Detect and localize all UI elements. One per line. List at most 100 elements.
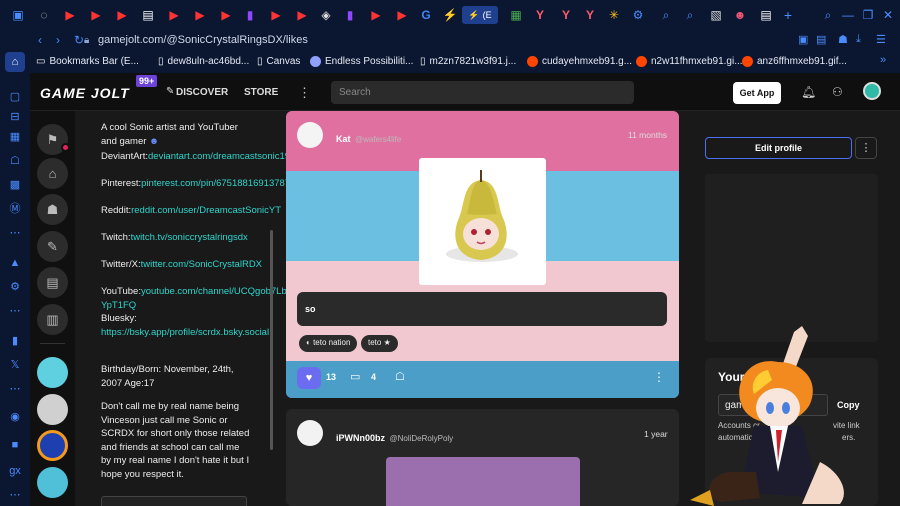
gamepad-icon[interactable]: ⊟ (7, 110, 23, 124)
brush-icon[interactable]: ✎ (37, 231, 68, 262)
menu-icon[interactable]: ☰ (876, 33, 886, 46)
more-menu-icon[interactable]: ⋮ (298, 85, 311, 101)
post-author[interactable]: iPWNn00bz @NoliDeRolyPoly (336, 428, 453, 446)
post-image[interactable] (419, 158, 546, 285)
twitch-link[interactable]: twitch.tv/soniccrystalringsdx (131, 232, 248, 243)
youtube-tab-icon[interactable]: ▶ (216, 7, 236, 23)
youtube-tab-icon[interactable]: ▶ (292, 7, 312, 23)
store-link[interactable]: STORE (244, 87, 278, 98)
dots-icon[interactable]: ⋯ (7, 382, 23, 396)
avatar-tab-icon[interactable]: ☻ (730, 7, 750, 23)
document-tab-icon[interactable]: ▤ (138, 7, 158, 23)
discord-icon[interactable]: ◉ (7, 410, 23, 424)
community-avatar[interactable] (37, 430, 68, 461)
bookmark-item[interactable]: anz6ffhmxeb91.gif... (742, 56, 847, 67)
dots-icon[interactable]: ⋯ (7, 304, 23, 318)
settings-icon[interactable]: ⚙ (7, 280, 23, 294)
edit-profile-button[interactable]: Edit profile (705, 137, 852, 159)
dots-icon[interactable]: ⋯ (7, 226, 23, 240)
extensions-icon[interactable]: ☗ (838, 33, 848, 46)
active-tab[interactable]: ⚡ (E (462, 6, 498, 24)
bookmark-item[interactable]: ▯ dew8uln-ac46bd... (158, 56, 249, 67)
m-icon[interactable]: Ⓜ (7, 202, 23, 216)
quest-icon[interactable]: ▤ (37, 267, 68, 298)
y-tab-icon[interactable]: Y (530, 7, 550, 23)
gamejolt-tab-icon[interactable]: ⚡ (440, 7, 460, 23)
calendar-icon[interactable]: ▦ (7, 130, 23, 144)
youtube-tab-icon[interactable]: ▶ (190, 7, 210, 23)
gx-icon[interactable]: gx (7, 464, 23, 478)
friends-icon[interactable]: ⚇ (832, 85, 843, 99)
gamejolt-logo[interactable]: GAME JOLT (40, 85, 130, 101)
bookmark-item[interactable]: ▯ m2zn7821w3f91.j... (420, 56, 516, 67)
comment-icon[interactable]: ▭ (350, 370, 360, 383)
x-icon[interactable]: 𝕏 (7, 358, 23, 372)
desktop-mascot-character[interactable] (670, 322, 870, 506)
community-avatar[interactable] (37, 357, 68, 388)
close-window-icon[interactable]: ✕ (878, 7, 898, 23)
search-tab-icon[interactable]: ⌕ (656, 7, 676, 23)
document-tab-icon[interactable]: ▤ (756, 7, 776, 23)
restore-icon[interactable]: ❐ (858, 7, 878, 23)
community-avatar[interactable] (37, 394, 68, 425)
google-tab-icon[interactable]: G (416, 7, 436, 23)
game-tab-icon[interactable]: ◈ (316, 7, 336, 23)
tag-chip[interactable]: teto ★ (361, 335, 398, 352)
settings-tab-icon[interactable]: ⚙ (628, 7, 648, 23)
dots-icon[interactable]: ⋯ (7, 488, 23, 502)
url-field[interactable]: gamejolt.com/@SonicCrystalRingsDX/likes (98, 34, 308, 46)
twitch-tab-icon[interactable]: ▮ (340, 7, 360, 23)
y-tab-icon[interactable]: Y (580, 7, 600, 23)
youtube-tab-icon[interactable]: ▶ (392, 7, 412, 23)
reload-icon[interactable]: ↻ (74, 33, 84, 47)
profile-more-button[interactable]: ⋮ (855, 137, 877, 159)
community-avatar[interactable] (37, 467, 68, 498)
youtube-tab-icon[interactable]: ▶ (86, 7, 106, 23)
profile-action-button[interactable] (101, 496, 247, 506)
post-author[interactable]: Kat @wafers4life (336, 129, 401, 147)
home-icon[interactable]: ⌂ (5, 52, 25, 72)
get-app-button[interactable]: Get App (733, 82, 781, 104)
post-author-avatar[interactable] (297, 122, 323, 148)
image-tab-icon[interactable]: ▧ (706, 7, 726, 23)
walmart-tab-icon[interactable]: ✳ (604, 7, 624, 23)
download-icon[interactable]: ⤓ (856, 33, 861, 46)
post-more-icon[interactable]: ⋮ (653, 370, 665, 384)
chat-icon[interactable]: ▢ (7, 90, 23, 104)
bookmark-item[interactable]: ▯ Canvas (257, 56, 300, 67)
youtube-tab-icon[interactable]: ▶ (366, 7, 386, 23)
minimize-icon[interactable]: — (838, 7, 858, 23)
grid-icon[interactable]: ▩ (7, 178, 23, 192)
user-avatar[interactable] (863, 82, 881, 100)
deviantart-link[interactable]: deviantart.com/dreamcastsonic1998yt (148, 151, 308, 162)
bookmark-item[interactable]: cudayehmxeb91.g... (527, 56, 632, 67)
more-bookmarks-icon[interactable]: » (880, 54, 886, 66)
youtube-tab-icon[interactable]: ▶ (164, 7, 184, 23)
library-icon[interactable]: ▥ (37, 304, 68, 335)
search-input[interactable]: Search (331, 81, 634, 104)
back-icon[interactable]: ‹ (38, 33, 42, 47)
youtube-tab-icon[interactable]: ▶ (112, 7, 132, 23)
browser-menu-icon[interactable]: ▣ (8, 7, 28, 23)
discover-link[interactable]: DISCOVER (176, 87, 228, 98)
search-tab-icon[interactable]: ⌕ (680, 7, 700, 23)
bluesky-link[interactable]: https://bsky.app/profile/scrdx.bsky.soci… (101, 327, 269, 338)
calendar-tab-icon[interactable]: ▦ (506, 7, 526, 23)
wallet-icon[interactable]: ▤ (816, 33, 826, 46)
backpack-icon[interactable]: ☗ (37, 194, 68, 225)
youtube-tab-icon[interactable]: ▶ (60, 7, 80, 23)
store-icon[interactable]: ⌂ (37, 158, 68, 189)
bookmark-item[interactable]: Endless Possibiliti... (310, 56, 413, 67)
tag-chip[interactable]: ◐ teto nation (299, 335, 358, 352)
camera-icon[interactable]: ▣ (798, 33, 808, 46)
aria-icon[interactable]: ▲ (7, 256, 23, 270)
post-image[interactable] (386, 457, 580, 506)
sticker-icon[interactable]: ☖ (395, 370, 405, 383)
scrollbar[interactable] (270, 230, 273, 450)
square-icon[interactable]: ■ (7, 438, 23, 452)
search-tabs-icon[interactable]: ⌕ (818, 7, 838, 23)
twitter-link[interactable]: twitter.com/SonicCrystalRDX (141, 259, 262, 270)
bookmark-item[interactable]: ▭ Bookmarks Bar (E... (36, 56, 139, 67)
bell-icon[interactable]: 🔔︎ (801, 85, 816, 99)
new-tab-icon[interactable]: + (778, 7, 798, 23)
